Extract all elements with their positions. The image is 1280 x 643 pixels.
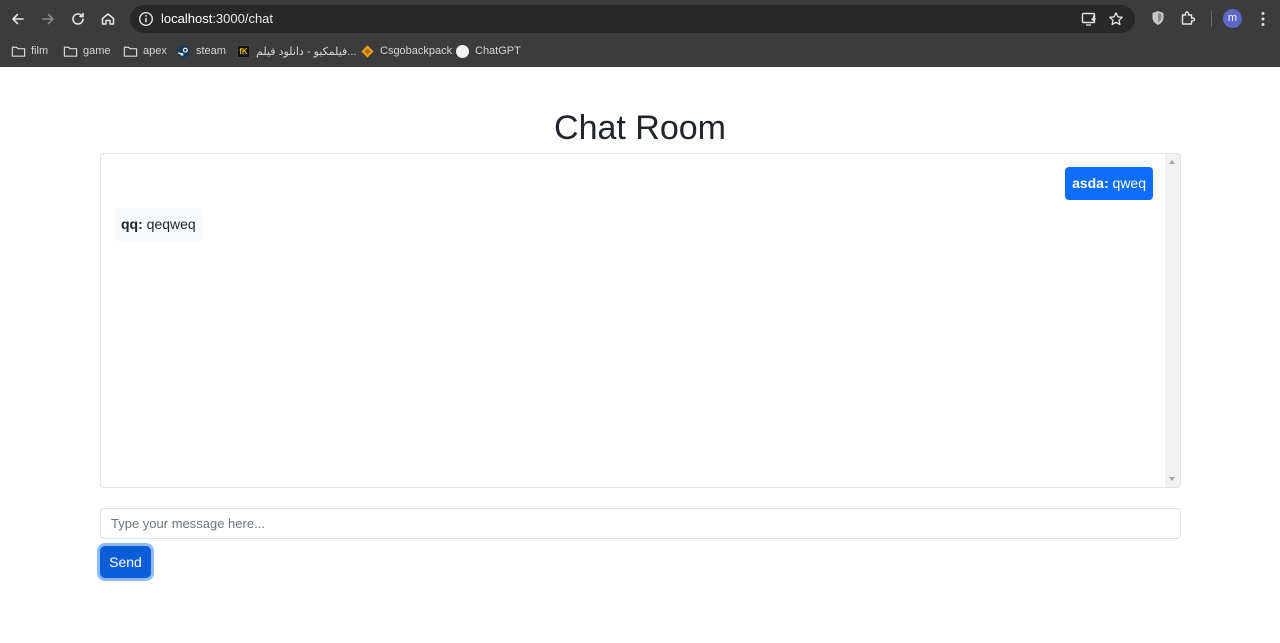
bookmark-label: Csgobackpack: [380, 45, 453, 57]
message-sender: qq:: [121, 216, 143, 232]
profile-avatar[interactable]: m: [1223, 9, 1242, 28]
message-text: qeqweq: [146, 216, 196, 232]
chat-messages-panel[interactable]: asda: qweq qq: qeqweq: [100, 153, 1181, 488]
bookmark-folder-apex[interactable]: apex: [123, 41, 167, 61]
folder-icon: [63, 44, 78, 59]
folder-icon: [11, 44, 26, 59]
home-button[interactable]: [95, 6, 121, 32]
message-text: qweq: [1112, 175, 1146, 191]
bookmarks-bar: film game apex steam fK فیلمکیو - دانلود…: [0, 37, 1280, 64]
url-path: :3000/chat: [212, 11, 274, 26]
chatgpt-icon: [455, 44, 470, 59]
csgobackpack-icon: [360, 44, 375, 59]
scroll-down-arrow-icon[interactable]: [1169, 477, 1175, 481]
scroll-up-arrow-icon[interactable]: [1169, 160, 1175, 164]
url-text[interactable]: localhost:3000/chat: [161, 11, 273, 27]
back-button[interactable]: [5, 6, 31, 32]
page-title: Chat Room: [554, 109, 726, 147]
bookmark-star-icon[interactable]: [1108, 11, 1124, 27]
address-bar[interactable]: localhost:3000/chat: [130, 5, 1135, 33]
toolbar-separator: [1211, 11, 1212, 27]
chat-message-outgoing: asda: qweq: [1065, 167, 1153, 200]
message-input[interactable]: [100, 508, 1181, 539]
browser-toolbar: localhost:3000/chat m: [0, 0, 1280, 37]
bookmark-steam[interactable]: steam: [176, 41, 226, 61]
forward-button[interactable]: [35, 6, 61, 32]
chat-scrollbar[interactable]: [1165, 154, 1180, 487]
more-menu-icon[interactable]: [1255, 10, 1271, 28]
reload-icon: [72, 12, 84, 25]
reload-button[interactable]: [65, 6, 91, 32]
bookmark-folder-game[interactable]: game: [63, 41, 111, 61]
message-sender: asda:: [1072, 175, 1109, 191]
chat-message-incoming: qq: qeqweq: [114, 208, 203, 241]
bookmark-label: فیلمکیو - دانلود فیلم...: [256, 45, 357, 58]
bookmark-label: film: [31, 45, 49, 57]
site-info-icon[interactable]: [138, 11, 154, 27]
arrow-right-icon: [42, 13, 54, 25]
shield-extension-icon[interactable]: [1149, 9, 1167, 27]
bookmark-chatgpt[interactable]: ChatGPT: [455, 41, 521, 61]
browser-chrome: localhost:3000/chat m film game apex ste…: [0, 0, 1280, 67]
bookmark-label: apex: [143, 45, 167, 57]
steam-icon: [176, 44, 191, 59]
bookmark-filmkio[interactable]: fK فیلمکیو - دانلود فیلم...: [236, 41, 356, 61]
bookmark-csgobackpack[interactable]: Csgobackpack: [360, 41, 452, 61]
install-app-icon[interactable]: [1081, 11, 1097, 27]
filmkio-icon: fK: [236, 44, 251, 59]
home-icon: [101, 13, 115, 25]
bookmark-label: steam: [196, 45, 226, 57]
folder-icon: [123, 44, 138, 59]
send-button[interactable]: Send: [100, 546, 151, 578]
url-host: localhost: [161, 11, 213, 26]
bookmark-label: ChatGPT: [475, 45, 521, 57]
bookmark-folder-film[interactable]: film: [11, 41, 48, 61]
extensions-puzzle-icon[interactable]: [1179, 9, 1197, 27]
arrow-left-icon: [12, 13, 24, 25]
bookmark-label: game: [83, 45, 111, 57]
